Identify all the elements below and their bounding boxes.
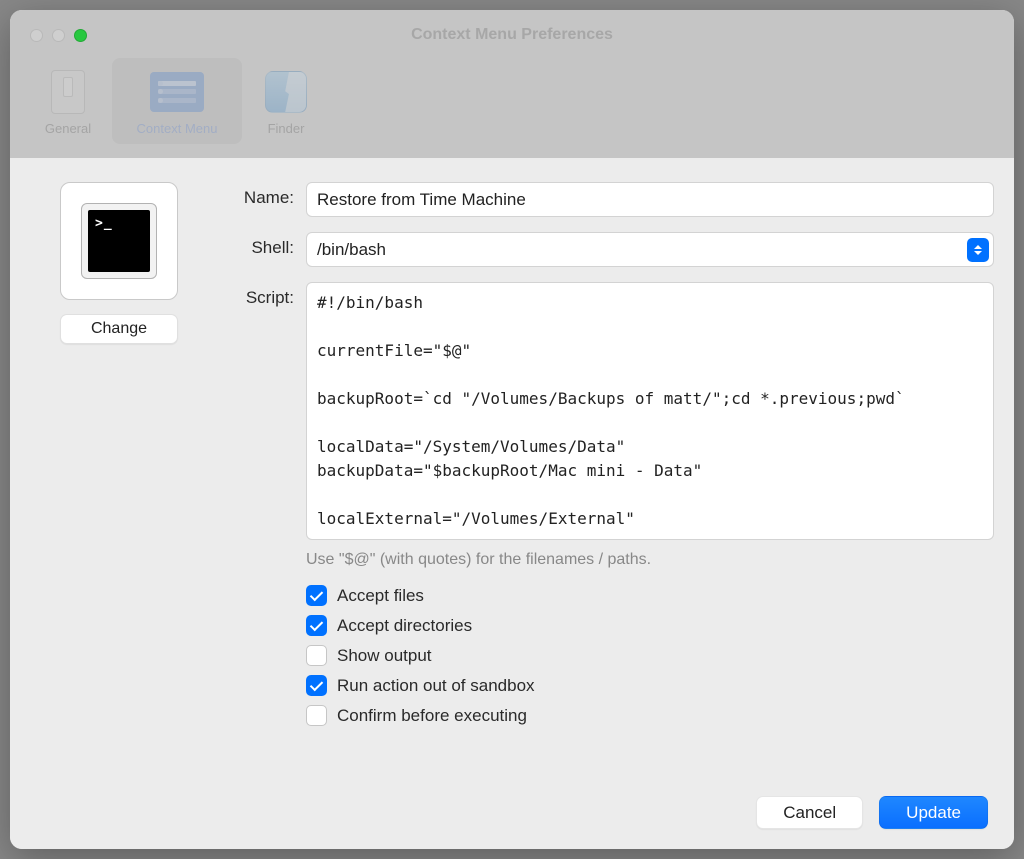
cancel-button[interactable]: Cancel: [756, 796, 863, 829]
checkbox-label: Show output: [337, 646, 432, 666]
script-label: Script:: [222, 282, 294, 308]
checkbox-icon: [306, 615, 327, 636]
show-output-option[interactable]: Show output: [306, 645, 994, 666]
checkbox-icon: [306, 705, 327, 726]
script-textarea[interactable]: [306, 282, 994, 540]
window-title: Context Menu Preferences: [10, 26, 1014, 44]
titlebar: Context Menu Preferences General Context…: [10, 10, 1014, 158]
form-column: Name: Shell: /bin/bash Script: Use "$@" …: [222, 182, 994, 829]
minimize-window-button[interactable]: [52, 29, 65, 42]
tab-label: General: [45, 121, 91, 136]
checkbox-icon: [306, 645, 327, 666]
finder-icon: [265, 67, 307, 117]
tab-label: Finder: [268, 121, 305, 136]
edit-action-sheet: Change Name: Shell: /bin/bash Script:: [10, 158, 1014, 849]
traffic-lights: [30, 29, 87, 42]
checkbox-label: Accept directories: [337, 616, 472, 636]
dropdown-arrows-icon: [967, 238, 989, 262]
script-hint: Use "$@" (with quotes) for the filenames…: [306, 551, 994, 569]
accept-files-option[interactable]: Accept files: [306, 585, 994, 606]
tab-finder[interactable]: Finder: [244, 58, 328, 144]
checkbox-icon: [306, 585, 327, 606]
checkbox-label: Accept files: [337, 586, 424, 606]
tab-general[interactable]: General: [26, 58, 110, 144]
change-icon-button[interactable]: Change: [60, 314, 178, 344]
sheet-buttons: Cancel Update: [756, 796, 988, 829]
shell-row: Shell: /bin/bash: [222, 232, 994, 267]
toolbar-tabs: General Context Menu Finder: [26, 58, 328, 144]
close-window-button[interactable]: [30, 29, 43, 42]
accept-directories-option[interactable]: Accept directories: [306, 615, 994, 636]
name-row: Name:: [222, 182, 994, 217]
zoom-window-button[interactable]: [74, 29, 87, 42]
run-out-of-sandbox-option[interactable]: Run action out of sandbox: [306, 675, 994, 696]
terminal-icon: [81, 203, 157, 279]
shell-select[interactable]: /bin/bash: [306, 232, 994, 267]
name-label: Name:: [222, 182, 294, 208]
preferences-window: Context Menu Preferences General Context…: [10, 10, 1014, 849]
context-menu-icon: [150, 67, 204, 117]
checkbox-label: Run action out of sandbox: [337, 676, 535, 696]
icon-column: Change: [44, 182, 194, 829]
script-row: Script:: [222, 282, 994, 540]
tab-label: Context Menu: [137, 121, 218, 136]
checkbox-label: Confirm before executing: [337, 706, 527, 726]
checkbox-icon: [306, 675, 327, 696]
shell-label: Shell:: [222, 232, 294, 258]
name-input[interactable]: [306, 182, 994, 217]
action-icon-well[interactable]: [60, 182, 178, 300]
confirm-before-executing-option[interactable]: Confirm before executing: [306, 705, 994, 726]
shell-value: /bin/bash: [317, 240, 967, 260]
update-button[interactable]: Update: [879, 796, 988, 829]
general-icon: [51, 67, 85, 117]
tab-context-menu[interactable]: Context Menu: [112, 58, 242, 144]
options-group: Accept files Accept directories Show out…: [306, 585, 994, 726]
